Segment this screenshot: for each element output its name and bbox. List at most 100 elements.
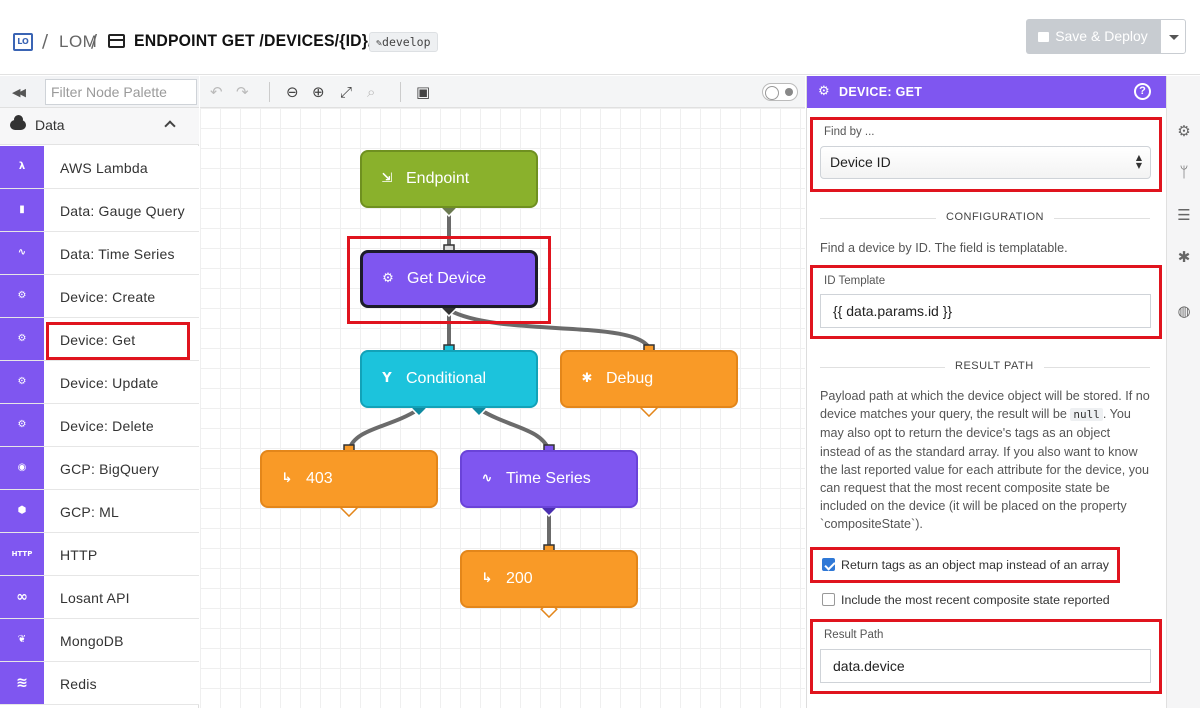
id-template-label: ID Template [824, 275, 886, 287]
top-header: LO / LOM / ENDPOINT GET /DEVICES/{ID}/DA… [0, 0, 1200, 75]
breadcrumb-separator: / [91, 31, 98, 52]
device-chip-icon: ⚙ [0, 318, 44, 360]
workflow-node-label: 403 [306, 470, 333, 487]
reply-icon: ↳ [281, 471, 293, 486]
workflow-node-label: 200 [506, 570, 533, 587]
workflow-window-icon [108, 34, 125, 48]
canvas-toolbar: ↶ ↷ ⊖ ⊕ ⤢ ⌕ ▣ [200, 76, 805, 108]
settings-gear-icon[interactable]: ⚙ [1175, 122, 1193, 140]
filter-node-palette-input[interactable] [45, 79, 197, 105]
palette-node-http[interactable]: HTTP HTTP [0, 533, 199, 576]
palette-node-label: GCP: BigQuery [60, 461, 160, 477]
workflow-node-label: Get Device [407, 270, 487, 287]
palette-node-time-series[interactable]: ∿ Data: Time Series [0, 232, 199, 275]
palette-node-label: GCP: ML [60, 504, 119, 520]
palette-node-gcp-ml[interactable]: ⬢ GCP: ML [0, 490, 199, 533]
http-icon: HTTP [0, 533, 44, 575]
losant-api-icon: ∞ [0, 576, 44, 618]
workflow-node-get-device[interactable]: ⚙ Get Device [360, 250, 538, 308]
node-palette: ◀◀ Data λ AWS Lambda ▮ Data: Gauge Query ∿… [0, 76, 199, 708]
fit-screen-icon[interactable]: ⤢ [340, 83, 352, 101]
select-arrows-icon: ▲ ▼ [1135, 153, 1142, 170]
palette-node-gauge-query[interactable]: ▮ Data: Gauge Query [0, 189, 199, 232]
zoom-in-icon[interactable]: ⊕ [312, 83, 325, 101]
debug-bug-icon[interactable]: ✱ [1175, 248, 1193, 266]
composite-state-checkbox[interactable] [822, 593, 835, 606]
collapse-palette-icon[interactable]: ◀◀ [12, 86, 26, 99]
workflow-node-reply-200[interactable]: ↳ 200 [460, 550, 638, 608]
debug-toggle[interactable] [762, 83, 798, 101]
bug-icon: ✱ [581, 371, 593, 386]
workflow-node-time-series[interactable]: ∿ Time Series [460, 450, 638, 508]
redis-stack-icon: ≋ [0, 662, 44, 704]
palette-node-label: Redis [60, 676, 97, 692]
breadcrumb-separator: / [42, 31, 49, 52]
result-path-description: Payload path at which the device object … [820, 387, 1150, 534]
composite-state-label[interactable]: Include the most recent composite state … [841, 593, 1110, 607]
palette-node-label: Data: Time Series [60, 246, 175, 262]
losant-logo-icon[interactable]: LO [13, 33, 33, 51]
version-label: develop [382, 35, 431, 49]
endpoint-icon: ⇲ [381, 171, 393, 186]
workflow-node-label: Debug [606, 370, 654, 387]
branch-icon: Y [382, 371, 392, 386]
editor-body: Find by ... Device ID ▲ ▼ CONFIGURATION F… [807, 108, 1167, 708]
palette-node-label: MongoDB [60, 633, 124, 649]
palette-node-list: λ AWS Lambda ▮ Data: Gauge Query ∿ Data: Ti… [0, 146, 199, 705]
line-chart-icon: ∿ [481, 471, 493, 486]
palette-node-label: Device: Delete [60, 418, 154, 434]
add-comment-icon[interactable]: ▣ [416, 83, 430, 101]
globe-icon[interactable]: ◍ [1175, 302, 1193, 320]
zoom-out-icon[interactable]: ⊖ [286, 83, 299, 101]
find-by-select[interactable]: Device ID ▲ ▼ [820, 146, 1151, 179]
zoom-reset-icon[interactable]: ⌕ [367, 83, 375, 101]
undo-icon[interactable]: ↶ [210, 83, 223, 101]
palette-node-device-get[interactable]: ⚙ Device: Get [0, 318, 199, 361]
workflow-node-label: Endpoint [406, 170, 470, 187]
redo-icon[interactable]: ↷ [236, 83, 249, 101]
workflow-node-conditional[interactable]: Y Conditional [360, 350, 538, 408]
palette-node-label: Losant API [60, 590, 130, 606]
workflow-node-debug[interactable]: ✱ Debug [560, 350, 738, 408]
storage-icon[interactable]: ☰ [1175, 206, 1193, 224]
lambda-icon: λ [0, 146, 44, 188]
save-options-dropdown[interactable] [1160, 19, 1186, 54]
bar-chart-icon: ▮ [0, 189, 44, 231]
device-chip-icon: ⚙ [0, 275, 44, 317]
null-code: null [1070, 408, 1103, 422]
palette-node-redis[interactable]: ≋ Redis [0, 662, 199, 705]
help-icon[interactable]: ? [1134, 83, 1151, 100]
workflow-node-label: Conditional [406, 370, 487, 387]
cloud-icon [10, 115, 26, 130]
palette-category-data[interactable]: Data [0, 108, 199, 145]
palette-node-device-create[interactable]: ⚙ Device: Create [0, 275, 199, 318]
palette-node-device-delete[interactable]: ⚙ Device: Delete [0, 404, 199, 447]
workflow-node-label: Time Series [506, 470, 591, 487]
palette-node-mongodb[interactable]: ❦ MongoDB [0, 619, 199, 662]
save-deploy-button[interactable]: Save & Deploy [1026, 19, 1160, 54]
version-branch-icon[interactable]: ᛘ [1175, 163, 1193, 181]
find-by-value: Device ID [830, 154, 891, 170]
palette-node-label: HTTP [60, 547, 98, 563]
id-template-input[interactable] [820, 294, 1151, 328]
result-path-label: Result Path [824, 629, 884, 641]
palette-node-device-update[interactable]: ⚙ Device: Update [0, 361, 199, 404]
return-tags-label[interactable]: Return tags as an object map instead of … [841, 558, 1109, 572]
result-desc-part-2: . You may also opt to return the device'… [820, 407, 1150, 532]
toolbar-divider [400, 82, 401, 102]
palette-node-losant-api[interactable]: ∞ Losant API [0, 576, 199, 619]
palette-node-aws-lambda[interactable]: λ AWS Lambda [0, 146, 199, 189]
configuration-heading: CONFIGURATION [936, 211, 1054, 223]
result-path-input[interactable] [820, 649, 1151, 683]
version-badge[interactable]: ✎develop [369, 32, 438, 52]
line-chart-icon: ∿ [0, 232, 44, 274]
workflow-node-endpoint[interactable]: ⇲ Endpoint [360, 150, 538, 208]
palette-node-gcp-bigquery[interactable]: ◉ GCP: BigQuery [0, 447, 199, 490]
palette-node-label: Device: Update [60, 375, 159, 391]
gcp-ml-icon: ⬢ [0, 490, 44, 532]
device-chip-icon: ⚙ [382, 271, 394, 286]
result-path-heading: RESULT PATH [945, 360, 1044, 372]
workflow-canvas[interactable]: ⇲ Endpoint ⚙ Get Device Y Conditional ✱ … [200, 108, 805, 708]
return-tags-checkbox[interactable] [822, 558, 835, 571]
workflow-node-reply-403[interactable]: ↳ 403 [260, 450, 438, 508]
